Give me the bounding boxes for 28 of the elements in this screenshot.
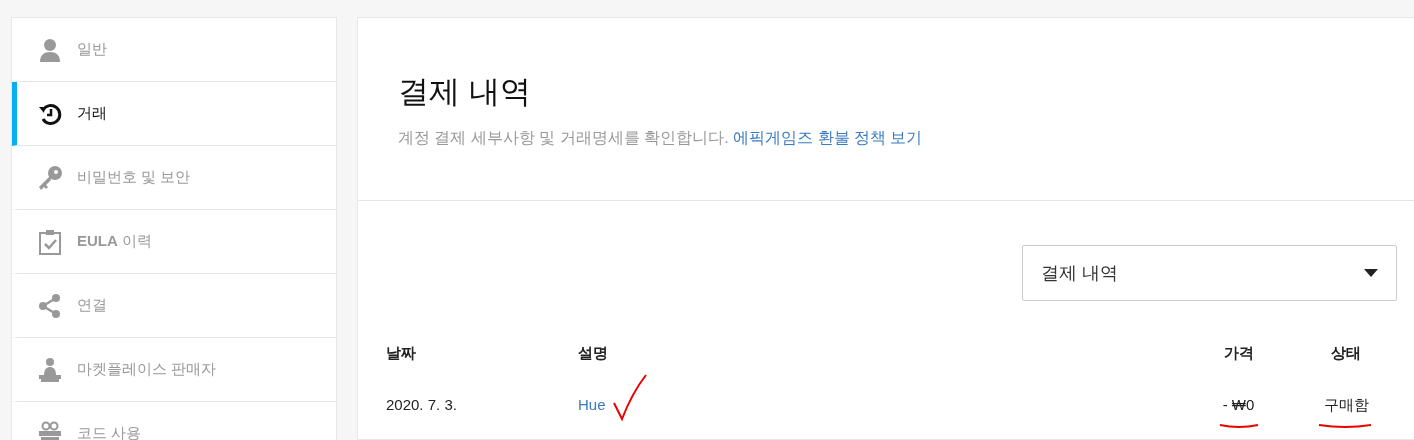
person-podium-icon (37, 356, 63, 383)
price-cell-text: - ₩0 (1222, 394, 1255, 415)
caret-icon (1364, 269, 1378, 278)
date-cell-text: 2020. 7. 3. (386, 394, 458, 415)
page-description: 계정 결제 세부사항 및 거래명세를 확인합니다. 에픽게임즈 환불 정책 보기 (398, 128, 924, 149)
sidebar-item[interactable]: 코드 사용 (12, 402, 336, 440)
column-header: 설명 (578, 342, 609, 363)
share-icon (37, 292, 63, 319)
sidebar-item[interactable]: 일반 (12, 18, 336, 82)
page-title: 결제 내역 (398, 73, 532, 111)
annotation-underline (1318, 423, 1372, 430)
key-icon (37, 164, 63, 191)
column-header: 상태 (1330, 342, 1362, 363)
sidebar-item[interactable]: 비밀번호 및 보안 (12, 146, 336, 210)
gift-icon (37, 420, 63, 440)
clipboard-check-icon (37, 228, 63, 255)
refund-policy-link[interactable]: 에픽게임즈 환불 정책 보기 (733, 129, 923, 147)
column-header: 날짜 (386, 342, 417, 363)
item-link[interactable]: Hue (578, 393, 606, 417)
annotation-underline (1219, 423, 1259, 430)
person-icon (37, 36, 63, 63)
sidebar-item[interactable]: EULA 이력 (12, 210, 336, 274)
sidebar-item[interactable]: 마켓플레이스 판매자 (12, 338, 336, 402)
sidebar-item[interactable]: 거래 (12, 82, 336, 146)
filter-dropdown[interactable]: 결제 내역 (1022, 245, 1397, 302)
column-header: 가격 (1222, 342, 1255, 363)
status-cell-text: 구매함 (1323, 394, 1369, 415)
sidebar-item[interactable]: 연결 (12, 274, 336, 338)
